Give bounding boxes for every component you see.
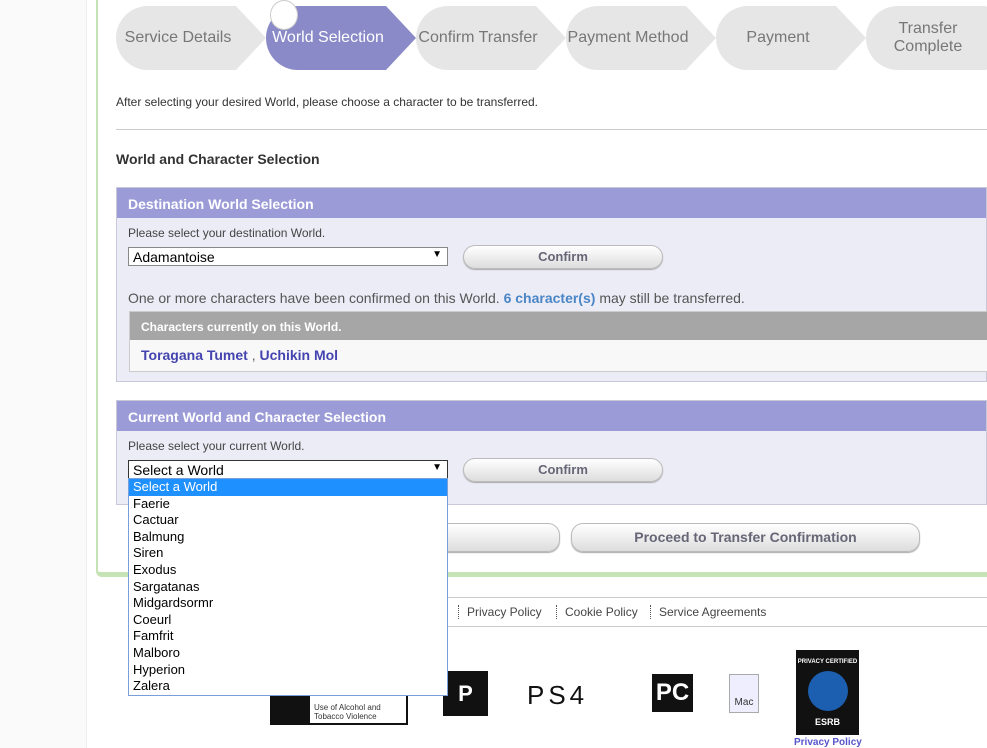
footer-link-cookie[interactable]: Cookie Policy (556, 605, 638, 619)
note-text-end: may still be transferred. (599, 290, 745, 306)
section-title: World and Character Selection (116, 151, 320, 167)
dropdown-arrow-icon: ▼ (432, 249, 442, 260)
destination-world-select[interactable]: Adamantoise ▼ (128, 247, 448, 266)
current-world-select[interactable]: Select a World ▼ (128, 460, 448, 479)
world-option[interactable]: Balmung (129, 529, 447, 546)
world-option[interactable]: Hyperion (129, 662, 447, 679)
esrb-privacy-policy-link[interactable]: Privacy Policy (794, 737, 862, 748)
ps4-logo: PS4 (527, 680, 589, 710)
world-option[interactable]: Select a World (129, 479, 447, 496)
step-transfer-complete: Transfer Complete (866, 6, 987, 70)
selected-value: Adamantoise (133, 249, 215, 265)
note-text: One or more characters have been confirm… (128, 290, 500, 306)
moogle-icon (270, 0, 298, 30)
destination-panel: Destination World Selection Please selec… (116, 187, 987, 382)
current-confirm-button[interactable]: Confirm (463, 458, 663, 482)
destination-panel-title: Destination World Selection (117, 188, 986, 218)
footer-link-service[interactable]: Service Agreements (650, 605, 766, 619)
step-payment: Payment (716, 6, 866, 70)
dropdown-arrow-icon: ▼ (432, 462, 442, 473)
world-option[interactable]: Coeurl (129, 612, 447, 629)
footer-link-privacy[interactable]: Privacy Policy (458, 605, 542, 619)
world-option[interactable]: Zalera (129, 678, 447, 695)
world-option[interactable]: Sargatanas (129, 579, 447, 596)
current-label: Please select your current World. (128, 439, 305, 453)
proceed-button[interactable]: Proceed to Transfer Confirmation (571, 523, 920, 552)
world-option[interactable]: Famfrit (129, 628, 447, 645)
esrb-privacy-certified-logo: PRIVACY CERTIFIED ESRB (796, 650, 859, 735)
esrb-descriptor: Use of Alcohol and Tobacco Violence (314, 703, 381, 721)
world-option[interactable]: Cactuar (129, 512, 447, 529)
pc-logo: PC (652, 674, 693, 712)
step-payment-method: Payment Method (566, 6, 716, 70)
destination-confirm-button[interactable]: Confirm (463, 245, 663, 269)
world-option[interactable]: Exodus (129, 562, 447, 579)
world-dropdown-list[interactable]: Select a World Faerie Cactuar Balmung Siren E… (128, 478, 448, 696)
world-option[interactable]: Malboro (129, 645, 447, 662)
destination-note: One or more characters have been confirm… (128, 290, 745, 306)
mac-logo: Mac (729, 674, 759, 713)
current-panel-title: Current World and Character Selection (117, 401, 986, 431)
selected-value: Select a World (133, 462, 224, 478)
step-confirm-transfer: Confirm Transfer (416, 6, 566, 70)
characters-table: Characters currently on this World. Tora… (129, 311, 987, 372)
intro-text: After selecting your desired World, plea… (116, 95, 538, 109)
character-count: 6 character(s) (503, 290, 596, 306)
step-service-details: Service Details (116, 6, 266, 70)
character-link[interactable]: Toragana Tumet (141, 347, 248, 363)
separator: , (251, 347, 256, 363)
divider (116, 129, 987, 130)
character-link[interactable]: Uchikin Mol (260, 347, 339, 363)
left-background (0, 0, 87, 748)
characters-row: Toragana Tumet , Uchikin Mol (130, 340, 987, 371)
esrb-icon (272, 692, 310, 725)
playstation-logo: P (443, 671, 488, 716)
world-option[interactable]: Midgardsormr (129, 595, 447, 612)
destination-label: Please select your destination World. (128, 226, 326, 240)
characters-header: Characters currently on this World. (130, 312, 987, 340)
world-option[interactable]: Siren (129, 545, 447, 562)
world-option[interactable]: Faerie (129, 496, 447, 513)
